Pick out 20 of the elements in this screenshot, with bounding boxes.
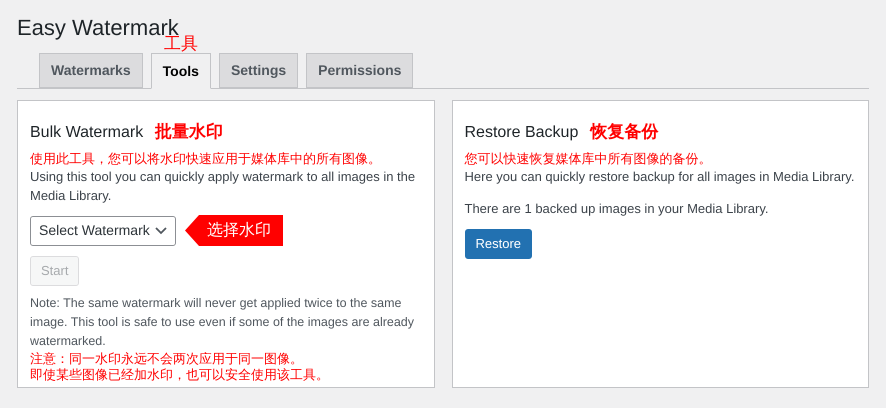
tab[interactable]: Settings — [218, 53, 298, 88]
tab[interactable]: Permissions — [306, 53, 414, 88]
pointer-arrow-icon — [185, 215, 199, 246]
chevron-down-icon — [155, 226, 167, 234]
description: Here you can quickly restore backup for all images in Media Library. — [464, 168, 854, 186]
watermark-select[interactable]: Select Watermark — [30, 216, 176, 246]
title-annotation: 批量水印 — [155, 121, 224, 143]
note: Note: The same watermark will never get applied twice to the same image. This tool is safe to use even if some of the images are already watermarked. — [30, 295, 415, 350]
tab[interactable]: Watermarks — [39, 53, 143, 88]
panel-title: Bulk Watermark — [30, 123, 144, 143]
panel-title: Restore Backup — [464, 123, 578, 143]
description-annotation: 您可以快速恢复媒体库中所有图像的备份。 — [464, 151, 712, 167]
backup-status: There are 1 backed up images in your Media Library. — [464, 200, 768, 218]
description: Using this tool you can quickly apply watermark to all images in the Media Library. — [30, 168, 416, 205]
note-annotation: 即使某些图像已经加水印，也可以安全使用该工具。 — [30, 367, 329, 383]
title-annotation: 恢复备份 — [590, 121, 658, 143]
description-annotation: 使用此工具，您可以将水印快速应用于媒体库中的所有图像。 — [30, 151, 382, 167]
note-annotation: 注意：同一水印永远不会两次应用于同一图像。 — [30, 351, 303, 367]
tab[interactable]: Tools — [150, 53, 211, 89]
restore-button[interactable]: Restore — [464, 229, 532, 259]
